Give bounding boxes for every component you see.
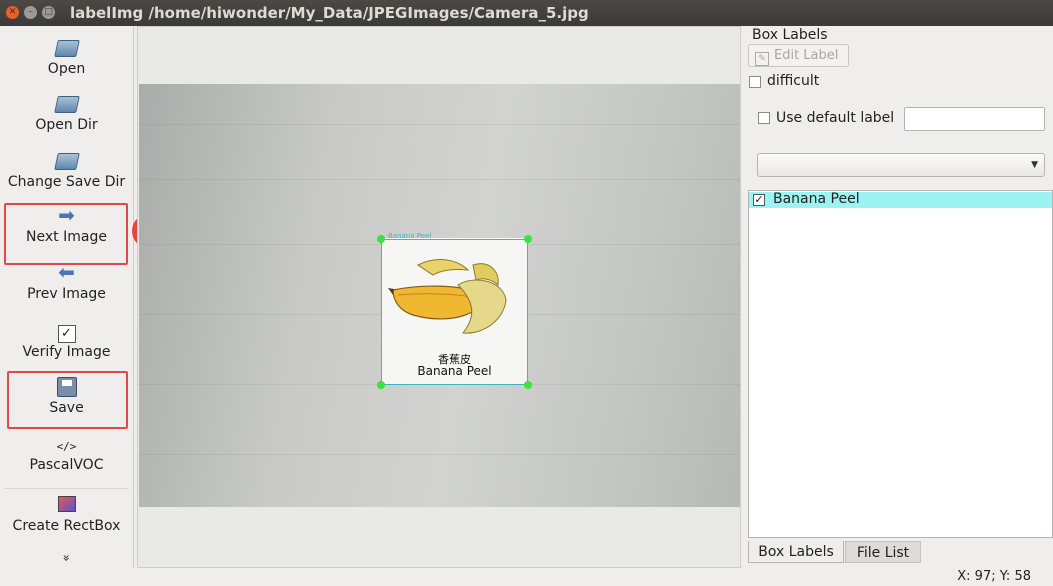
code-tag-icon: </> [56,440,77,453]
pascalvoc-label: PascalVOC [29,457,104,473]
difficult-label: difficult [767,73,820,89]
verify-image-label: Verify Image [22,344,111,360]
tab-box-labels[interactable]: Box Labels [748,541,844,563]
use-default-label-checkbox[interactable] [758,112,770,124]
prev-image-label: Prev Image [27,286,106,302]
list-item-label: Banana Peel [773,191,860,207]
label-list[interactable]: ✓ Banana Peel [748,190,1053,538]
checkbox-icon: ✓ [0,317,133,343]
close-window-icon[interactable]: ✕ [6,6,19,19]
annotation-box-save [7,371,128,429]
main-toolbar: Open Open Dir Change Save Dir ➡ Next Ima… [0,26,134,568]
box-labels-dock: Box Labels ✎ Edit Label difficult Use def… [747,26,1053,568]
chevron-down-icon: ▼ [1031,160,1038,170]
window-title: labelImg /home/hiwonder/My_Data/JPEGImag… [70,4,589,22]
cursor-coordinates: X: 97; Y: 58 [957,569,1031,584]
bbox-handle-top-right[interactable] [524,235,532,243]
prev-image-button[interactable]: ⬅ Prev Image [0,259,133,302]
label-combo-box[interactable]: ▼ [757,153,1045,177]
card-label-english: Banana Peel [417,364,492,378]
toolbar-separator [4,488,129,489]
tab-file-list[interactable]: File List [845,541,921,563]
folder-open-icon [0,90,133,116]
chevron-down-icon: » [59,554,74,562]
difficult-checkbox[interactable] [749,76,761,88]
edit-label-text: Edit Label [774,48,839,63]
bbox-label-tag: Banana Peel [388,232,432,240]
dock-title: Box Labels [752,27,828,43]
verify-image-button[interactable]: ✓ Verify Image [0,317,133,360]
toolbar-more-button[interactable]: » [0,550,133,566]
default-label-input[interactable] [904,107,1045,131]
create-rectbox-button[interactable]: Create RectBox [0,491,133,534]
folder-open-icon [0,34,133,60]
pascalvoc-format-button[interactable]: </> PascalVOC [0,430,133,473]
change-save-dir-label: Change Save Dir [7,174,126,190]
folder-open-icon [0,147,133,173]
create-rectbox-label: Create RectBox [12,518,121,534]
maximize-window-icon[interactable]: □ [42,6,55,19]
open-dir-label: Open Dir [35,117,98,133]
list-item[interactable]: ✓ Banana Peel [749,191,1052,208]
minimize-window-icon[interactable]: – [24,6,37,19]
edit-label-button[interactable]: ✎ Edit Label [748,44,849,67]
bbox-handle-bottom-left[interactable] [377,381,385,389]
open-button[interactable]: Open [0,34,133,77]
change-save-dir-button[interactable]: Change Save Dir [0,147,133,190]
use-default-label-text: Use default label [776,110,895,126]
title-bar: ✕ – □ labelImg /home/hiwonder/My_Data/JP… [0,0,1053,26]
bbox-handle-top-left[interactable] [377,235,385,243]
list-item-checkbox[interactable]: ✓ [753,194,765,206]
open-label: Open [47,61,86,77]
bbox-handle-bottom-right[interactable] [524,381,532,389]
open-dir-button[interactable]: Open Dir [0,90,133,133]
annotation-box-next-image [4,203,128,265]
pencil-icon: ✎ [755,52,769,66]
rectbox-icon [0,491,133,517]
